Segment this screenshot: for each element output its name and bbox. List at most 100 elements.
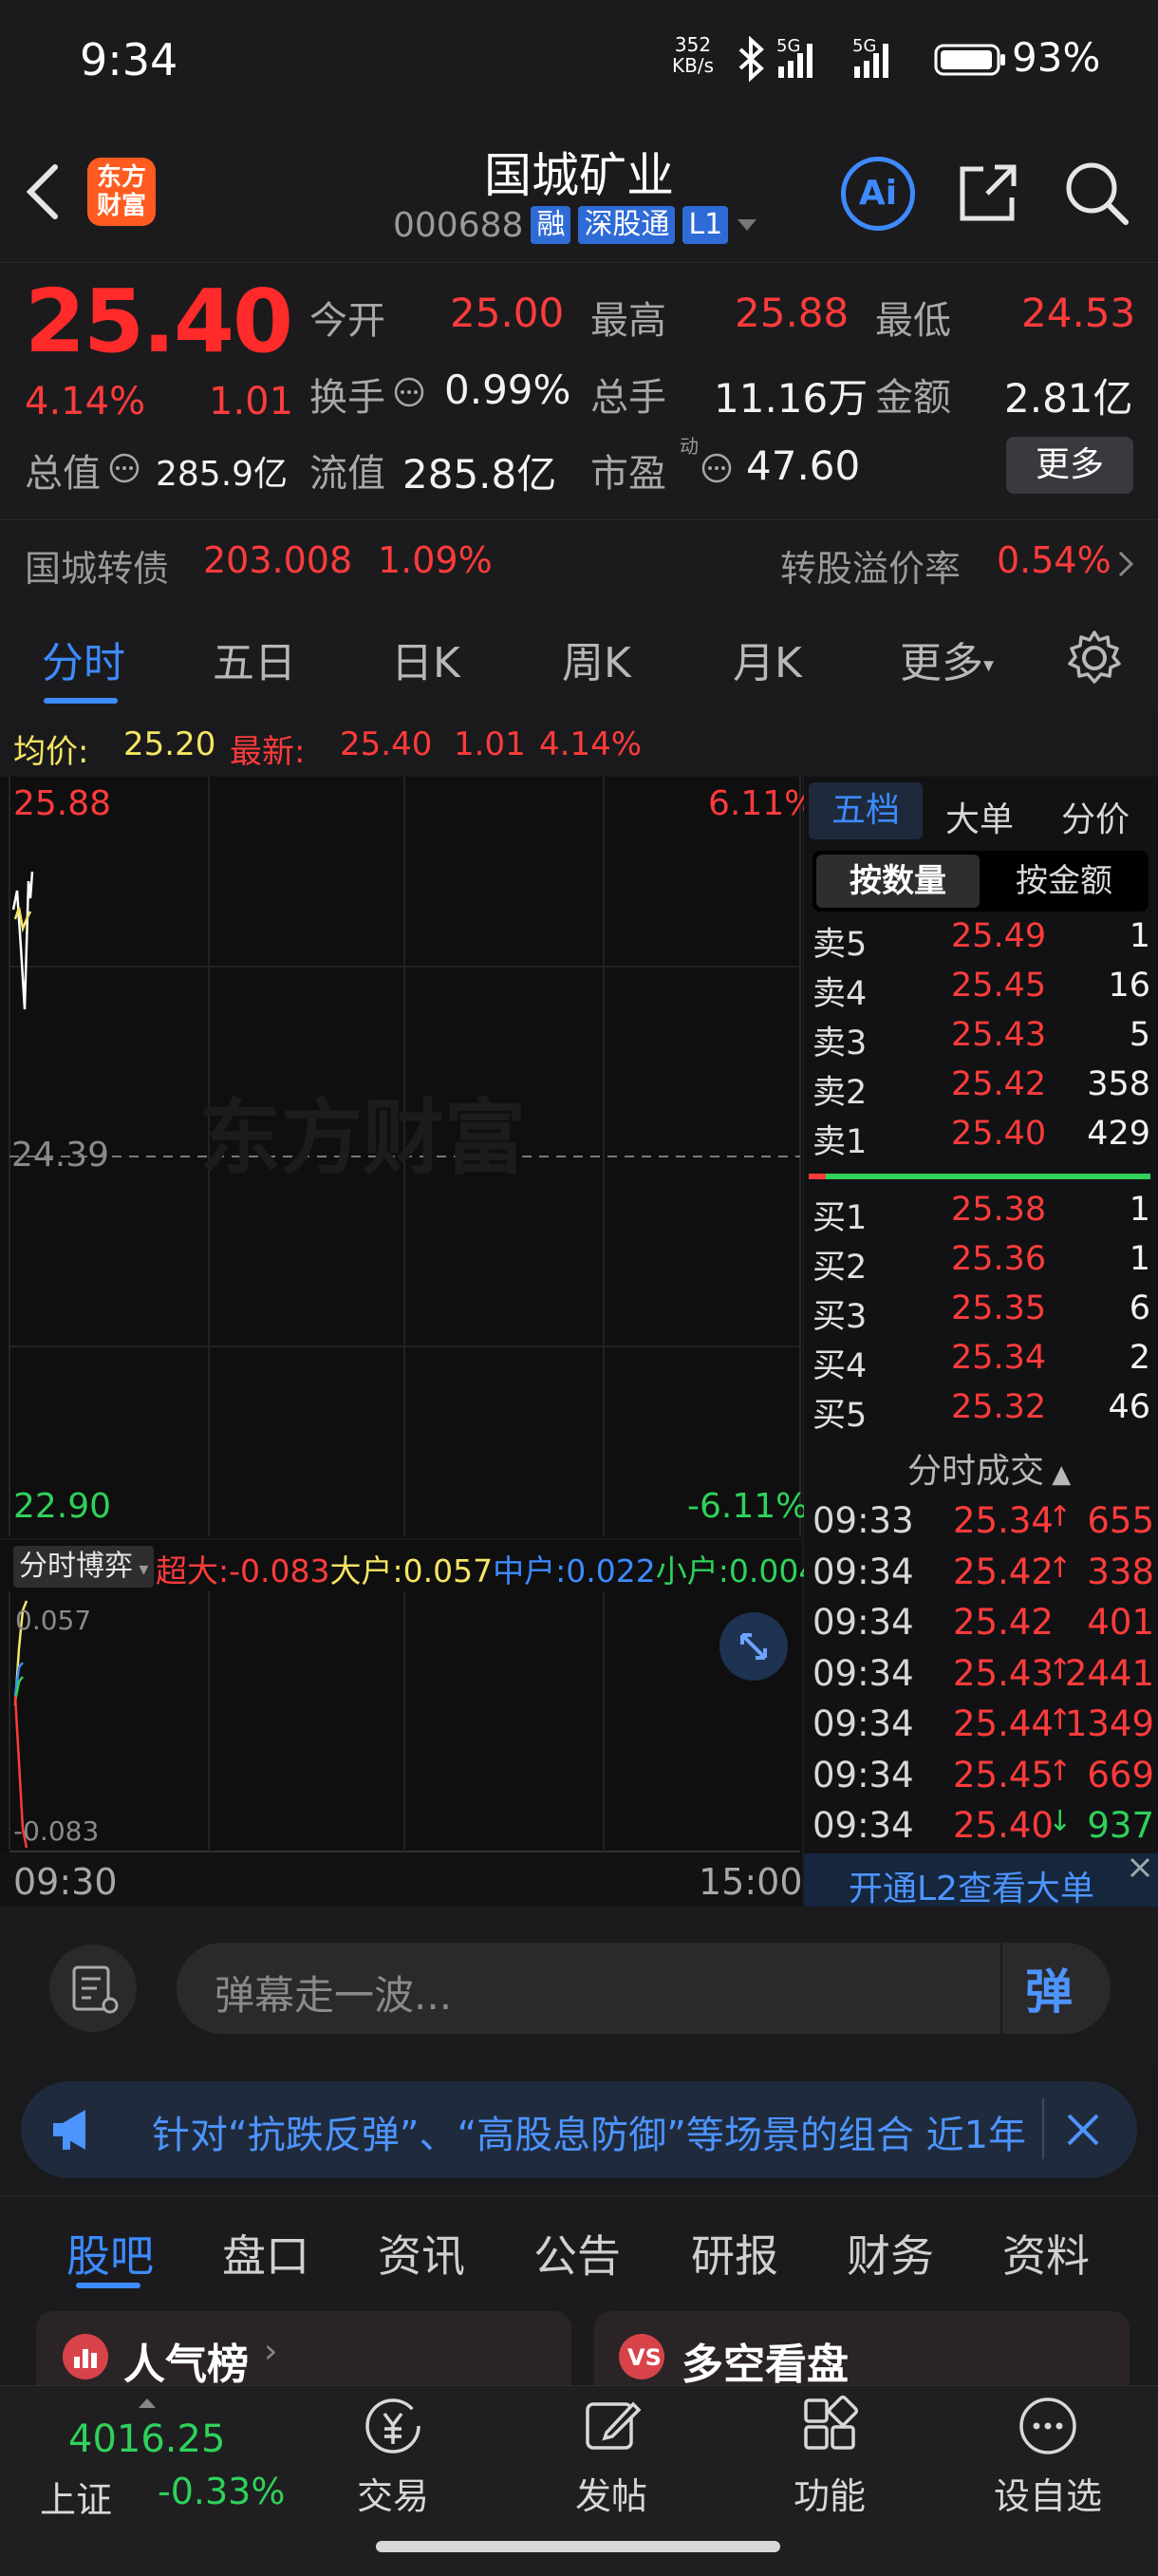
- tab-intraday[interactable]: 分时: [42, 629, 125, 689]
- flow-small-label: 小户:: [655, 1552, 729, 1589]
- more-dots-icon: [1019, 2397, 1076, 2454]
- danmu-placeholder: 弹幕走一波...: [215, 1972, 453, 2019]
- bid-level-label: 买4: [812, 1347, 868, 1385]
- tick-volume: 2441: [1064, 1652, 1154, 1694]
- tag-margin: 融: [531, 206, 571, 244]
- bid-level-row[interactable]: 买4 25.34 2: [812, 1339, 1154, 1388]
- tab-daily-k[interactable]: 日K: [391, 629, 460, 689]
- search-icon[interactable]: [1061, 158, 1131, 228]
- tab-monthly-k[interactable]: 月K: [733, 629, 802, 689]
- tab-research[interactable]: 研报: [691, 2222, 778, 2285]
- float-label: 流值: [309, 452, 385, 496]
- tab-financials[interactable]: 财务: [847, 2222, 934, 2285]
- bid-level-row[interactable]: 买2 25.36 1: [812, 1240, 1154, 1289]
- flow-mid-label: 中户:: [493, 1552, 567, 1589]
- tab-profile[interactable]: 资料: [1002, 2222, 1090, 2285]
- ai-button[interactable]: Ai: [841, 157, 915, 231]
- ob-mode-quantity[interactable]: 按数量: [816, 855, 980, 908]
- ask-level-label: 卖2: [812, 1074, 868, 1112]
- flow-axis-bottom: -0.083: [13, 1815, 100, 1847]
- open-value: 25.00: [450, 290, 565, 336]
- tick-volume: 401: [1087, 1602, 1154, 1643]
- expand-icon[interactable]: [718, 1610, 790, 1683]
- flow-big-value: 0.057: [402, 1552, 494, 1589]
- tab-more[interactable]: 更多▾: [900, 629, 994, 689]
- convertible-bond-row[interactable]: [0, 519, 1158, 607]
- volume-label: 总手: [590, 376, 666, 420]
- tick-time: 09:34: [812, 1805, 914, 1846]
- ob-tab-big-orders[interactable]: 大单: [945, 792, 1014, 841]
- avg-label: 均价:: [13, 733, 89, 771]
- low-label: 最低: [875, 299, 951, 343]
- avg-value: 25.20: [123, 725, 216, 763]
- axis-bottom-pct: -6.11%: [687, 1487, 809, 1526]
- tab-five-day[interactable]: 五日: [213, 629, 296, 689]
- more-quote-button[interactable]: 更多: [1006, 437, 1133, 494]
- high-value: 25.88: [735, 290, 850, 336]
- index-value: 4016.25: [68, 2417, 226, 2461]
- ob-tab-five[interactable]: 五档: [809, 782, 923, 839]
- time-axis-start: 09:30: [13, 1861, 118, 1903]
- cb-price: 203.008: [203, 539, 353, 581]
- bid-level-row[interactable]: 买5 25.32 46: [812, 1388, 1154, 1438]
- card-popularity-title: 人气榜: [123, 2341, 249, 2389]
- tab-news[interactable]: 资讯: [378, 2222, 465, 2285]
- bid-level-row[interactable]: 买3 25.35 6: [812, 1289, 1154, 1339]
- volume-value: 11.16万: [714, 375, 868, 422]
- card-long-short[interactable]: VS 多空看盘: [594, 2311, 1130, 2389]
- bid-level-qty: 6: [1129, 1289, 1150, 1327]
- caret-down-icon: [738, 219, 757, 231]
- caret-down-icon: ▾: [983, 653, 995, 678]
- ask-level-row[interactable]: 卖3 25.43 5: [812, 1016, 1154, 1065]
- flow-mid-value: 0.022: [566, 1552, 656, 1589]
- cb-premium-value: 0.54%: [997, 539, 1111, 581]
- ask-level-row[interactable]: 卖4 25.45 16: [812, 967, 1154, 1016]
- ticks-title[interactable]: 分时成交 ▲: [907, 1443, 1071, 1493]
- close-icon[interactable]: [1126, 1853, 1154, 1882]
- ask-level-price: 25.45: [951, 967, 1047, 1005]
- tick-price: 25.34: [953, 1500, 1054, 1541]
- bid-level-row[interactable]: 买1 25.38 1: [812, 1191, 1154, 1240]
- info-dots-icon[interactable]: [700, 452, 733, 484]
- index-ticker[interactable]: 4016.25 上证 -0.33%: [19, 2393, 294, 2535]
- close-icon[interactable]: [1063, 2110, 1103, 2150]
- nav-post[interactable]: 发帖: [545, 2393, 678, 2519]
- low-value: 24.53: [1021, 290, 1136, 336]
- ask-level-row[interactable]: 卖2 25.42 358: [812, 1065, 1154, 1115]
- ask-level-row[interactable]: 卖5 25.49 1: [812, 917, 1154, 967]
- tick-volume: 669: [1087, 1754, 1154, 1796]
- tab-market-depth[interactable]: 盘口: [222, 2222, 309, 2285]
- banner-text: 针对“抗跌反弹”、“高股息防御”等场景的组合 近1年: [152, 2114, 1027, 2157]
- speed-unit: KB/s: [672, 54, 714, 77]
- card-popularity[interactable]: 人气榜 ›: [36, 2311, 571, 2389]
- info-dots-icon[interactable]: [108, 452, 140, 484]
- stock-code-row[interactable]: 000688 融 深股通 L1: [393, 204, 758, 246]
- flow-dropdown[interactable]: 分时博弈 ▾: [13, 1546, 155, 1588]
- settings-gear-icon[interactable]: [1065, 629, 1124, 687]
- status-time: 9:34: [80, 34, 178, 85]
- tick-price: 25.42: [953, 1602, 1054, 1643]
- tab-announcements[interactable]: 公告: [533, 2222, 621, 2285]
- danmu-settings-icon[interactable]: [47, 1943, 139, 2034]
- nav-trade[interactable]: 交易: [327, 2393, 459, 2519]
- tab-forum[interactable]: 股吧: [66, 2222, 154, 2285]
- ask-level-row[interactable]: 卖1 25.40 429: [812, 1115, 1154, 1164]
- ask-level-price: 25.43: [951, 1016, 1047, 1054]
- battery-icon: [934, 44, 1005, 76]
- ask-level-qty: 1: [1129, 917, 1150, 955]
- nav-functions[interactable]: 功能: [763, 2393, 896, 2519]
- share-icon[interactable]: [955, 160, 1021, 226]
- tick-row: 09:34 25.42 401: [812, 1602, 1154, 1651]
- ob-tab-price-dist[interactable]: 分价: [1061, 792, 1130, 841]
- info-dots-icon[interactable]: [393, 376, 425, 408]
- tab-weekly-k[interactable]: 周K: [562, 629, 631, 689]
- speed-value: 352: [674, 33, 712, 56]
- amount-value: 2.81亿: [1004, 375, 1133, 422]
- mktcap-label: 总值: [25, 452, 101, 496]
- ob-mode-amount[interactable]: 按金额: [981, 855, 1147, 908]
- home-indicator[interactable]: [376, 2541, 780, 2552]
- danmu-send-button[interactable]: 弹: [1025, 1954, 1073, 2022]
- tick-price: 25.45: [953, 1754, 1054, 1796]
- l2-upgrade-link[interactable]: 开通L2查看大单: [849, 1861, 1094, 1910]
- nav-add-watchlist[interactable]: 设自选: [981, 2393, 1114, 2519]
